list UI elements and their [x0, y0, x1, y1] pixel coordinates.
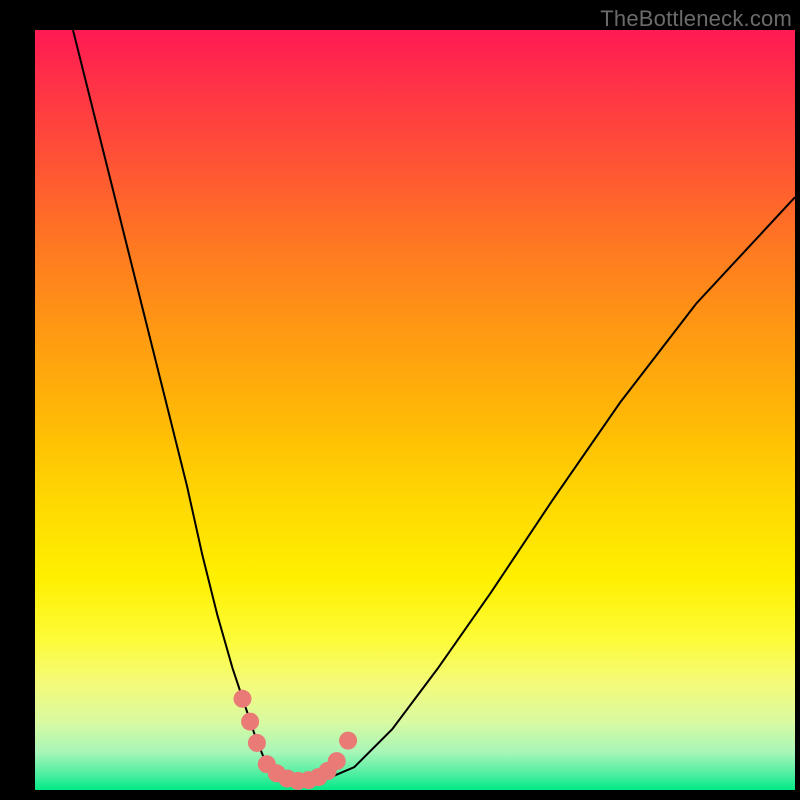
marker-dot: [339, 732, 357, 750]
marker-dot: [234, 690, 252, 708]
plot-area: [35, 30, 795, 790]
marker-dot: [328, 752, 346, 770]
watermark-text: TheBottleneck.com: [600, 6, 792, 32]
marker-dot: [248, 734, 266, 752]
marker-dot: [241, 713, 259, 731]
chart-svg: [35, 30, 795, 790]
chart-frame: TheBottleneck.com: [0, 0, 800, 800]
bottleneck-curve: [73, 30, 795, 782]
